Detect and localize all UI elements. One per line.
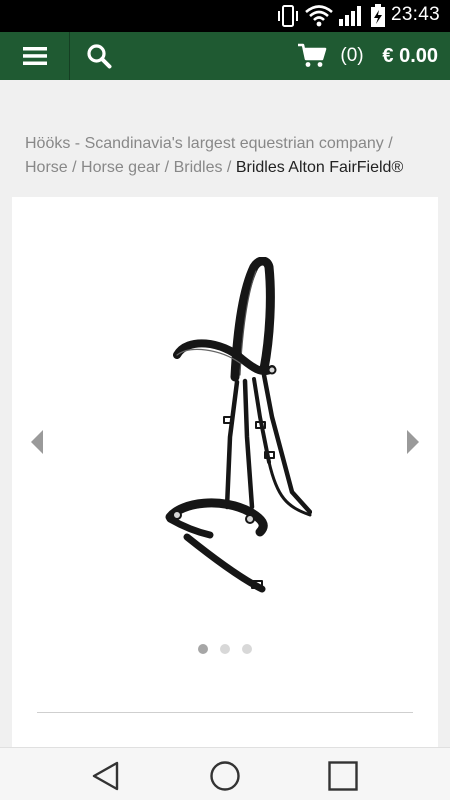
system-nav-bar [0,747,450,800]
app-header: (0) € 0.00 [0,32,450,80]
signal-icon [339,6,361,26]
cart-total[interactable]: € 0.00 [382,32,438,80]
breadcrumb-link-horse[interactable]: Horse [25,159,68,176]
breadcrumb: Hööks - Scandinavia's largest equestrian… [25,132,425,180]
breadcrumb-current: Bridles Alton FairField® [235,159,404,176]
battery-charging-icon [371,4,385,27]
bridle-image[interactable] [142,257,312,602]
breadcrumb-separator: / [226,159,232,176]
vibrate-icon [278,5,298,27]
carousel-dot-2[interactable] [220,644,230,654]
divider [37,712,413,713]
cart-button[interactable] [292,32,332,80]
breadcrumb-separator: / [72,159,77,176]
search-icon [87,44,112,69]
chevron-left-icon[interactable] [30,429,44,455]
clock: 23:43 [390,4,440,25]
menu-button[interactable] [0,32,70,80]
home-icon[interactable] [208,760,242,792]
status-bar: 23:43 [0,0,450,32]
breadcrumb-separator: / [388,135,393,152]
carousel-dot-3[interactable] [242,644,252,654]
back-icon[interactable] [90,760,122,792]
breadcrumb-link-horse-gear[interactable]: Horse gear [81,159,160,176]
wifi-icon [305,5,333,27]
hamburger-menu-icon [22,47,47,65]
breadcrumb-link-home[interactable]: Hööks - Scandinavia's largest equestrian… [25,135,384,152]
cart-count[interactable]: (0) [334,32,370,80]
search-button[interactable] [71,32,127,80]
breadcrumb-link-bridles[interactable]: Bridles [174,159,223,176]
page-content: Hööks - Scandinavia's largest equestrian… [0,80,450,752]
recents-icon[interactable] [327,760,359,792]
product-gallery [12,197,438,752]
carousel-dot-1[interactable] [198,644,208,654]
shopping-cart-icon [298,43,327,67]
chevron-right-icon[interactable] [406,429,420,455]
breadcrumb-separator: / [164,159,170,176]
carousel-indicators [12,644,438,654]
